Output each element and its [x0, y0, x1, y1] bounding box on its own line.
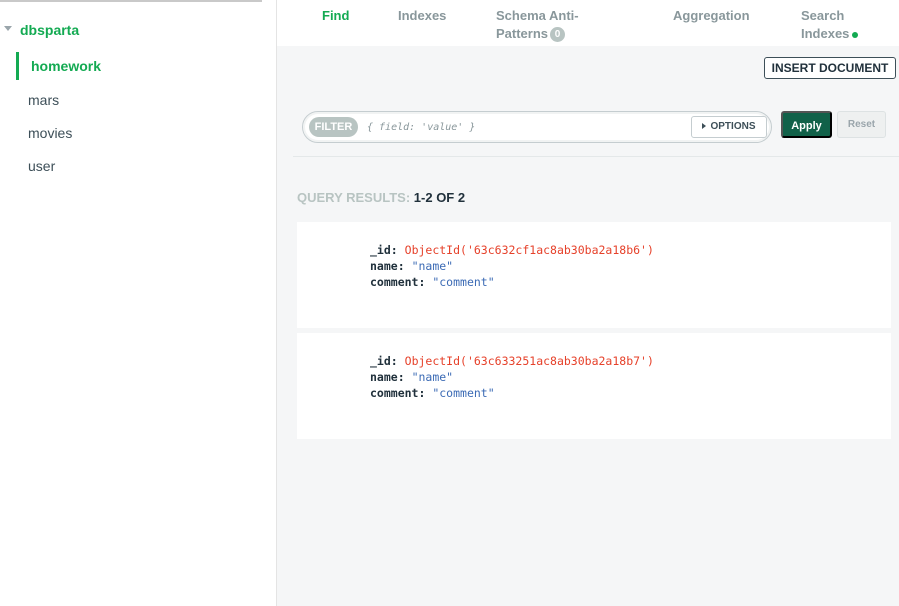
sidebar-top-divider: [0, 0, 262, 2]
field-key: comment:: [370, 275, 426, 289]
tab-search-indexes[interactable]: Search Indexes: [801, 7, 859, 43]
tab-label-text: Patterns: [496, 26, 549, 41]
tab-aggregation[interactable]: Aggregation: [673, 7, 750, 25]
results-range: 1-2 OF 2: [413, 190, 466, 205]
caret-right-icon: [702, 123, 707, 130]
tab-label-line1: Schema Anti-: [496, 8, 579, 23]
database-item[interactable]: dbsparta: [0, 18, 276, 42]
options-button[interactable]: OPTIONS: [691, 116, 767, 138]
query-results-summary: QUERY RESULTS: 1-2 OF 2: [297, 190, 465, 205]
tab-label-line2: Patterns 0: [496, 25, 579, 43]
tab-find[interactable]: Find: [322, 7, 349, 25]
collection-label: movies: [28, 125, 73, 141]
status-dot-icon: [852, 31, 859, 38]
field-key: _id:: [370, 354, 398, 368]
count-badge: 0: [550, 27, 566, 43]
document-card[interactable]: _id: ObjectId('63c632cf1ac8ab30ba2a18b6'…: [297, 222, 891, 328]
field-value: "name": [411, 259, 454, 273]
collection-tabs: Find Indexes Schema Anti- Patterns 0 Aggr…: [277, 0, 899, 46]
field-id: _id: ObjectId('63c632cf1ac8ab30ba2a18b6'…: [370, 242, 654, 258]
collection-label: mars: [28, 92, 60, 108]
toolbar-divider: [293, 156, 899, 157]
field-name: name: "name": [370, 258, 453, 274]
tab-label-text: Indexes: [801, 26, 850, 41]
field-value: "comment": [432, 275, 495, 289]
tab-label-line2: Indexes: [801, 25, 859, 43]
filter-bar: FILTER OPTIONS: [302, 111, 772, 143]
insert-document-button[interactable]: INSERT DOCUMENT: [764, 57, 896, 79]
apply-button[interactable]: Apply: [781, 111, 832, 138]
field-value: "name": [411, 370, 454, 384]
collections-sidebar: dbsparta homework mars movies user: [0, 0, 277, 606]
results-prefix: QUERY RESULTS:: [297, 190, 411, 205]
sidebar-item-movies[interactable]: movies: [0, 119, 276, 147]
tab-indexes[interactable]: Indexes: [398, 7, 446, 25]
document-card[interactable]: _id: ObjectId('63c633251ac8ab30ba2a18b7'…: [297, 333, 891, 439]
reset-button[interactable]: Reset: [837, 111, 886, 138]
field-id: _id: ObjectId('63c633251ac8ab30ba2a18b7'…: [370, 353, 654, 369]
sidebar-item-user[interactable]: user: [0, 152, 276, 180]
filter-label: FILTER: [309, 117, 358, 137]
field-value: ObjectId('63c633251ac8ab30ba2a18b7'): [404, 354, 654, 368]
field-comment: comment: "comment": [370, 385, 495, 401]
database-name: dbsparta: [20, 22, 80, 38]
field-key: name:: [370, 259, 405, 273]
sidebar-item-mars[interactable]: mars: [0, 86, 276, 114]
filter-input[interactable]: [367, 117, 687, 137]
collection-main-panel: Find Indexes Schema Anti- Patterns 0 Aggr…: [277, 0, 899, 606]
field-key: name:: [370, 370, 405, 384]
field-key: comment:: [370, 386, 426, 400]
tab-label-line1: Search: [801, 8, 845, 23]
field-value: "comment": [432, 386, 495, 400]
field-value: ObjectId('63c632cf1ac8ab30ba2a18b6'): [404, 243, 654, 257]
field-comment: comment: "comment": [370, 274, 495, 290]
field-key: _id:: [370, 243, 398, 257]
collection-label: user: [28, 158, 56, 174]
options-label: OPTIONS: [710, 121, 756, 132]
tab-schema-anti-patterns[interactable]: Schema Anti- Patterns 0: [496, 7, 579, 43]
field-name: name: "name": [370, 369, 453, 385]
sidebar-item-homework[interactable]: homework: [0, 52, 276, 80]
collection-label: homework: [31, 58, 102, 74]
active-indicator: [16, 52, 19, 80]
caret-down-icon[interactable]: [4, 26, 12, 31]
